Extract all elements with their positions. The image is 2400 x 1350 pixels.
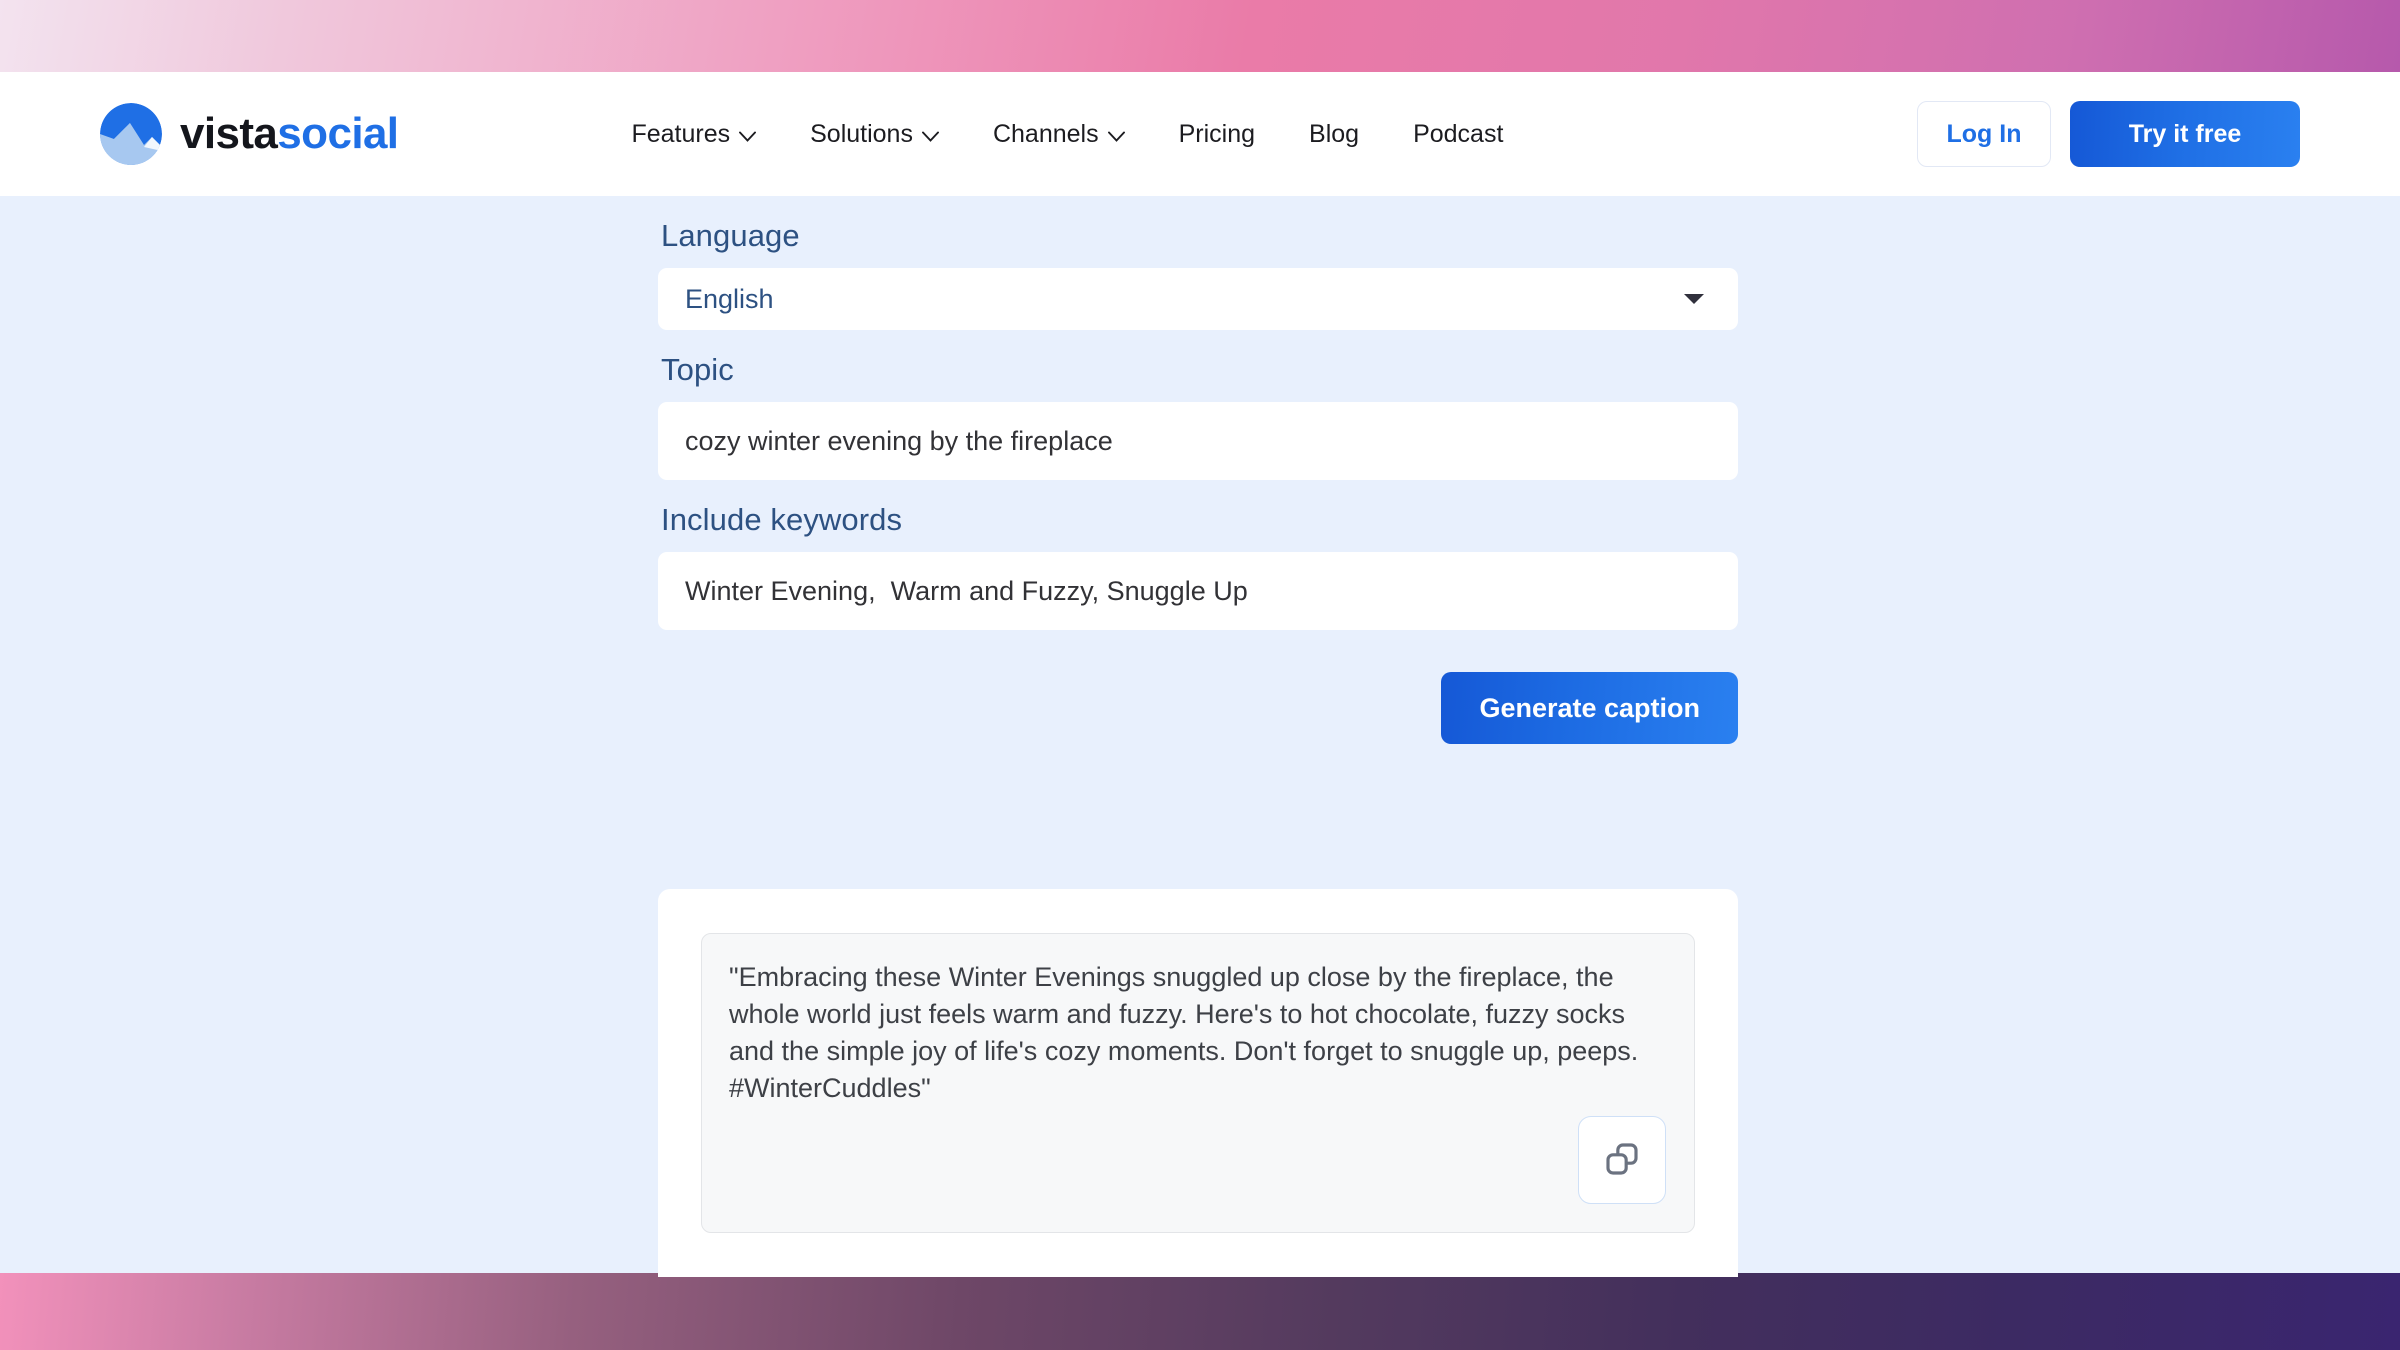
generate-caption-button[interactable]: Generate caption xyxy=(1441,672,1738,744)
language-label: Language xyxy=(661,218,800,253)
keywords-label: Include keywords xyxy=(661,502,903,537)
nav-label-podcast: Podcast xyxy=(1413,119,1504,148)
bottom-gradient-band xyxy=(0,1273,2400,1350)
nav-item-solutions[interactable]: Solutions xyxy=(783,110,966,159)
brand-name-secondary: social xyxy=(277,109,399,158)
nav-item-features[interactable]: Features xyxy=(604,110,783,159)
generate-row: Generate caption xyxy=(658,672,1738,744)
nav-item-blog[interactable]: Blog xyxy=(1282,110,1386,159)
mountain-circle-icon xyxy=(100,103,162,165)
top-gradient-band xyxy=(0,0,2400,72)
generated-caption-text: "Embracing these Winter Evenings snuggle… xyxy=(729,962,1639,1103)
login-button[interactable]: Log In xyxy=(1917,101,2051,167)
header-actions: Log In Try it free xyxy=(1917,101,2300,167)
caret-down-icon xyxy=(1684,294,1704,304)
brand-name-primary: vista xyxy=(180,109,278,158)
topic-input[interactable] xyxy=(658,402,1738,480)
nav-item-pricing[interactable]: Pricing xyxy=(1152,110,1282,159)
copy-caption-button[interactable] xyxy=(1578,1116,1666,1204)
language-selected-value: English xyxy=(685,283,774,314)
try-it-free-button[interactable]: Try it free xyxy=(2070,101,2300,167)
site-header: vistasocial Features Solutions Channels … xyxy=(0,72,2400,196)
copy-icon xyxy=(1602,1139,1642,1182)
chevron-down-icon xyxy=(922,131,939,142)
primary-navigation: Features Solutions Channels Pricing Blog… xyxy=(604,110,1530,159)
nav-label-blog: Blog xyxy=(1309,119,1360,148)
brand-wordmark: vistasocial xyxy=(180,109,399,159)
topic-label: Topic xyxy=(661,352,734,387)
nav-item-channels[interactable]: Channels xyxy=(966,110,1152,159)
brand-logo[interactable]: vistasocial xyxy=(100,103,399,165)
language-select[interactable]: English xyxy=(658,268,1738,330)
chevron-down-icon xyxy=(1107,131,1125,142)
nav-item-podcast[interactable]: Podcast xyxy=(1386,110,1530,159)
nav-label-features: Features xyxy=(631,119,731,148)
chevron-down-icon xyxy=(739,131,757,142)
nav-label-solutions: Solutions xyxy=(810,119,913,148)
nav-label-channels: Channels xyxy=(992,119,1099,148)
nav-label-pricing: Pricing xyxy=(1178,119,1256,148)
caption-generator-form: Language English Topic Include keywords … xyxy=(658,196,1738,744)
caption-result-card: "Embracing these Winter Evenings snuggle… xyxy=(658,889,1738,1277)
caption-result-box: "Embracing these Winter Evenings snuggle… xyxy=(701,933,1695,1233)
keywords-input[interactable] xyxy=(658,552,1738,630)
